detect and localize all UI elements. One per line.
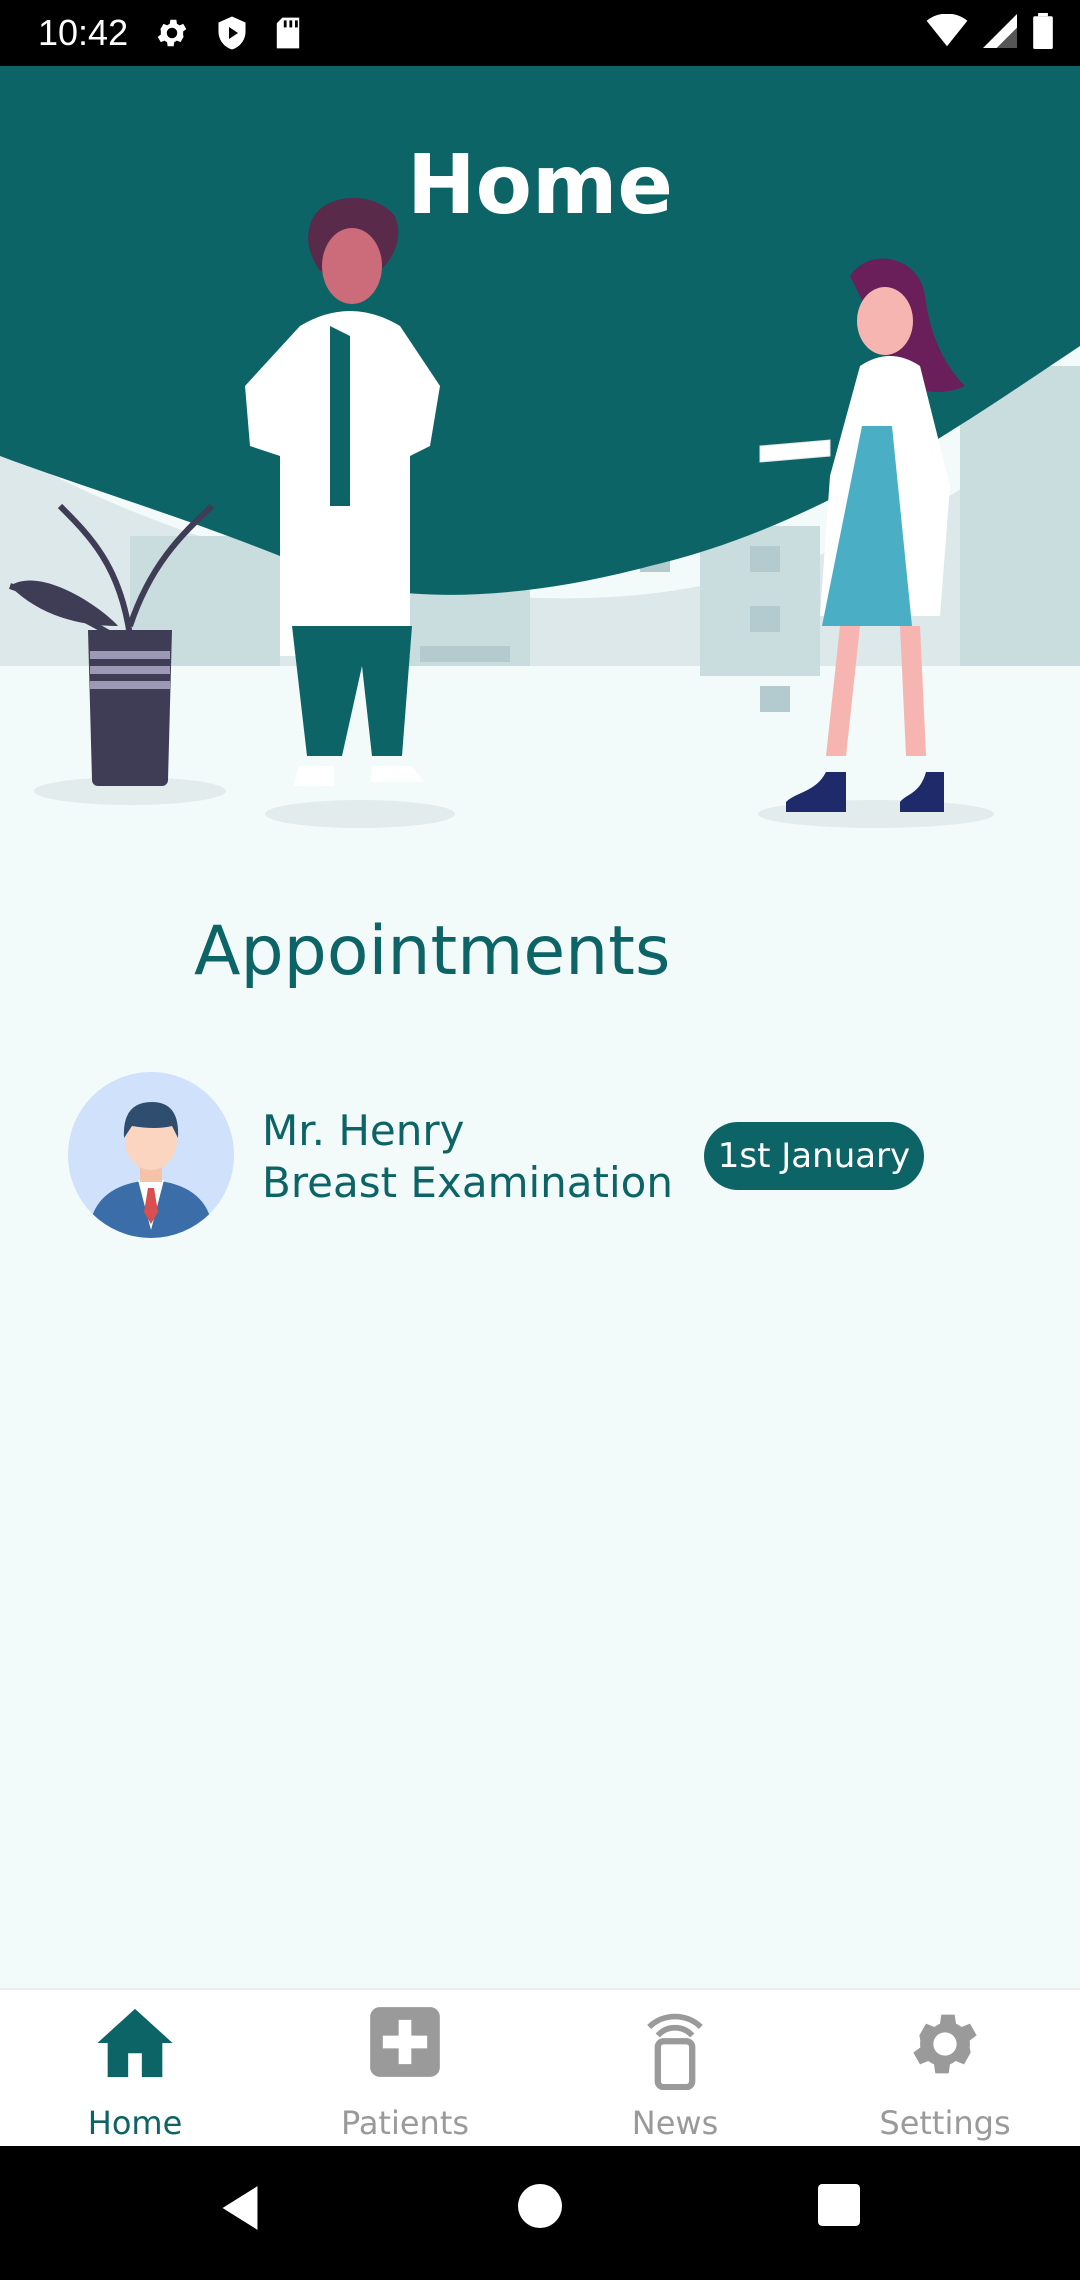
recents-square-icon[interactable] xyxy=(818,2184,860,2230)
appointment-type: Breast Examination xyxy=(262,1158,673,1207)
nav-item-news[interactable]: News xyxy=(540,1990,810,2146)
hero-banner: Home xyxy=(0,66,1080,846)
back-icon[interactable] xyxy=(218,2184,262,2236)
gear-icon xyxy=(905,2004,985,2088)
signal-icon xyxy=(982,14,1018,52)
nav-item-patients[interactable]: Patients xyxy=(270,1990,540,2146)
phone-broadcast-icon xyxy=(643,2004,707,2094)
medical-plus-icon xyxy=(367,2004,443,2084)
page-title: Home xyxy=(406,138,674,233)
status-bar: 10:42 xyxy=(0,0,1080,66)
gear-icon xyxy=(154,15,190,51)
sd-card-icon xyxy=(274,16,302,50)
patient-name: Mr. Henry xyxy=(262,1106,465,1155)
home-icon xyxy=(94,2004,176,2086)
person-avatar-icon xyxy=(68,1072,234,1238)
system-navigation-bar xyxy=(0,2146,1080,2280)
nav-label-settings: Settings xyxy=(879,2104,1011,2142)
nav-label-news: News xyxy=(631,2104,719,2142)
nav-item-settings[interactable]: Settings xyxy=(810,1990,1080,2146)
nav-item-home[interactable]: Home xyxy=(0,1990,270,2146)
home-circle-icon[interactable] xyxy=(518,2184,562,2232)
appointment-item[interactable]: Mr. Henry Breast Examination 1st January xyxy=(68,1072,968,1240)
nav-label-patients: Patients xyxy=(340,2104,470,2142)
status-time: 10:42 xyxy=(38,12,129,53)
shield-icon xyxy=(216,15,248,51)
appointment-date-badge: 1st January xyxy=(704,1122,924,1190)
wifi-icon xyxy=(926,13,968,52)
nav-label-home: Home xyxy=(87,2104,183,2142)
battery-icon xyxy=(1032,13,1054,53)
bottom-navigation: Home Patients News Settings xyxy=(0,1988,1080,2146)
avatar xyxy=(68,1072,234,1238)
appointments-title: Appointments xyxy=(194,912,671,991)
